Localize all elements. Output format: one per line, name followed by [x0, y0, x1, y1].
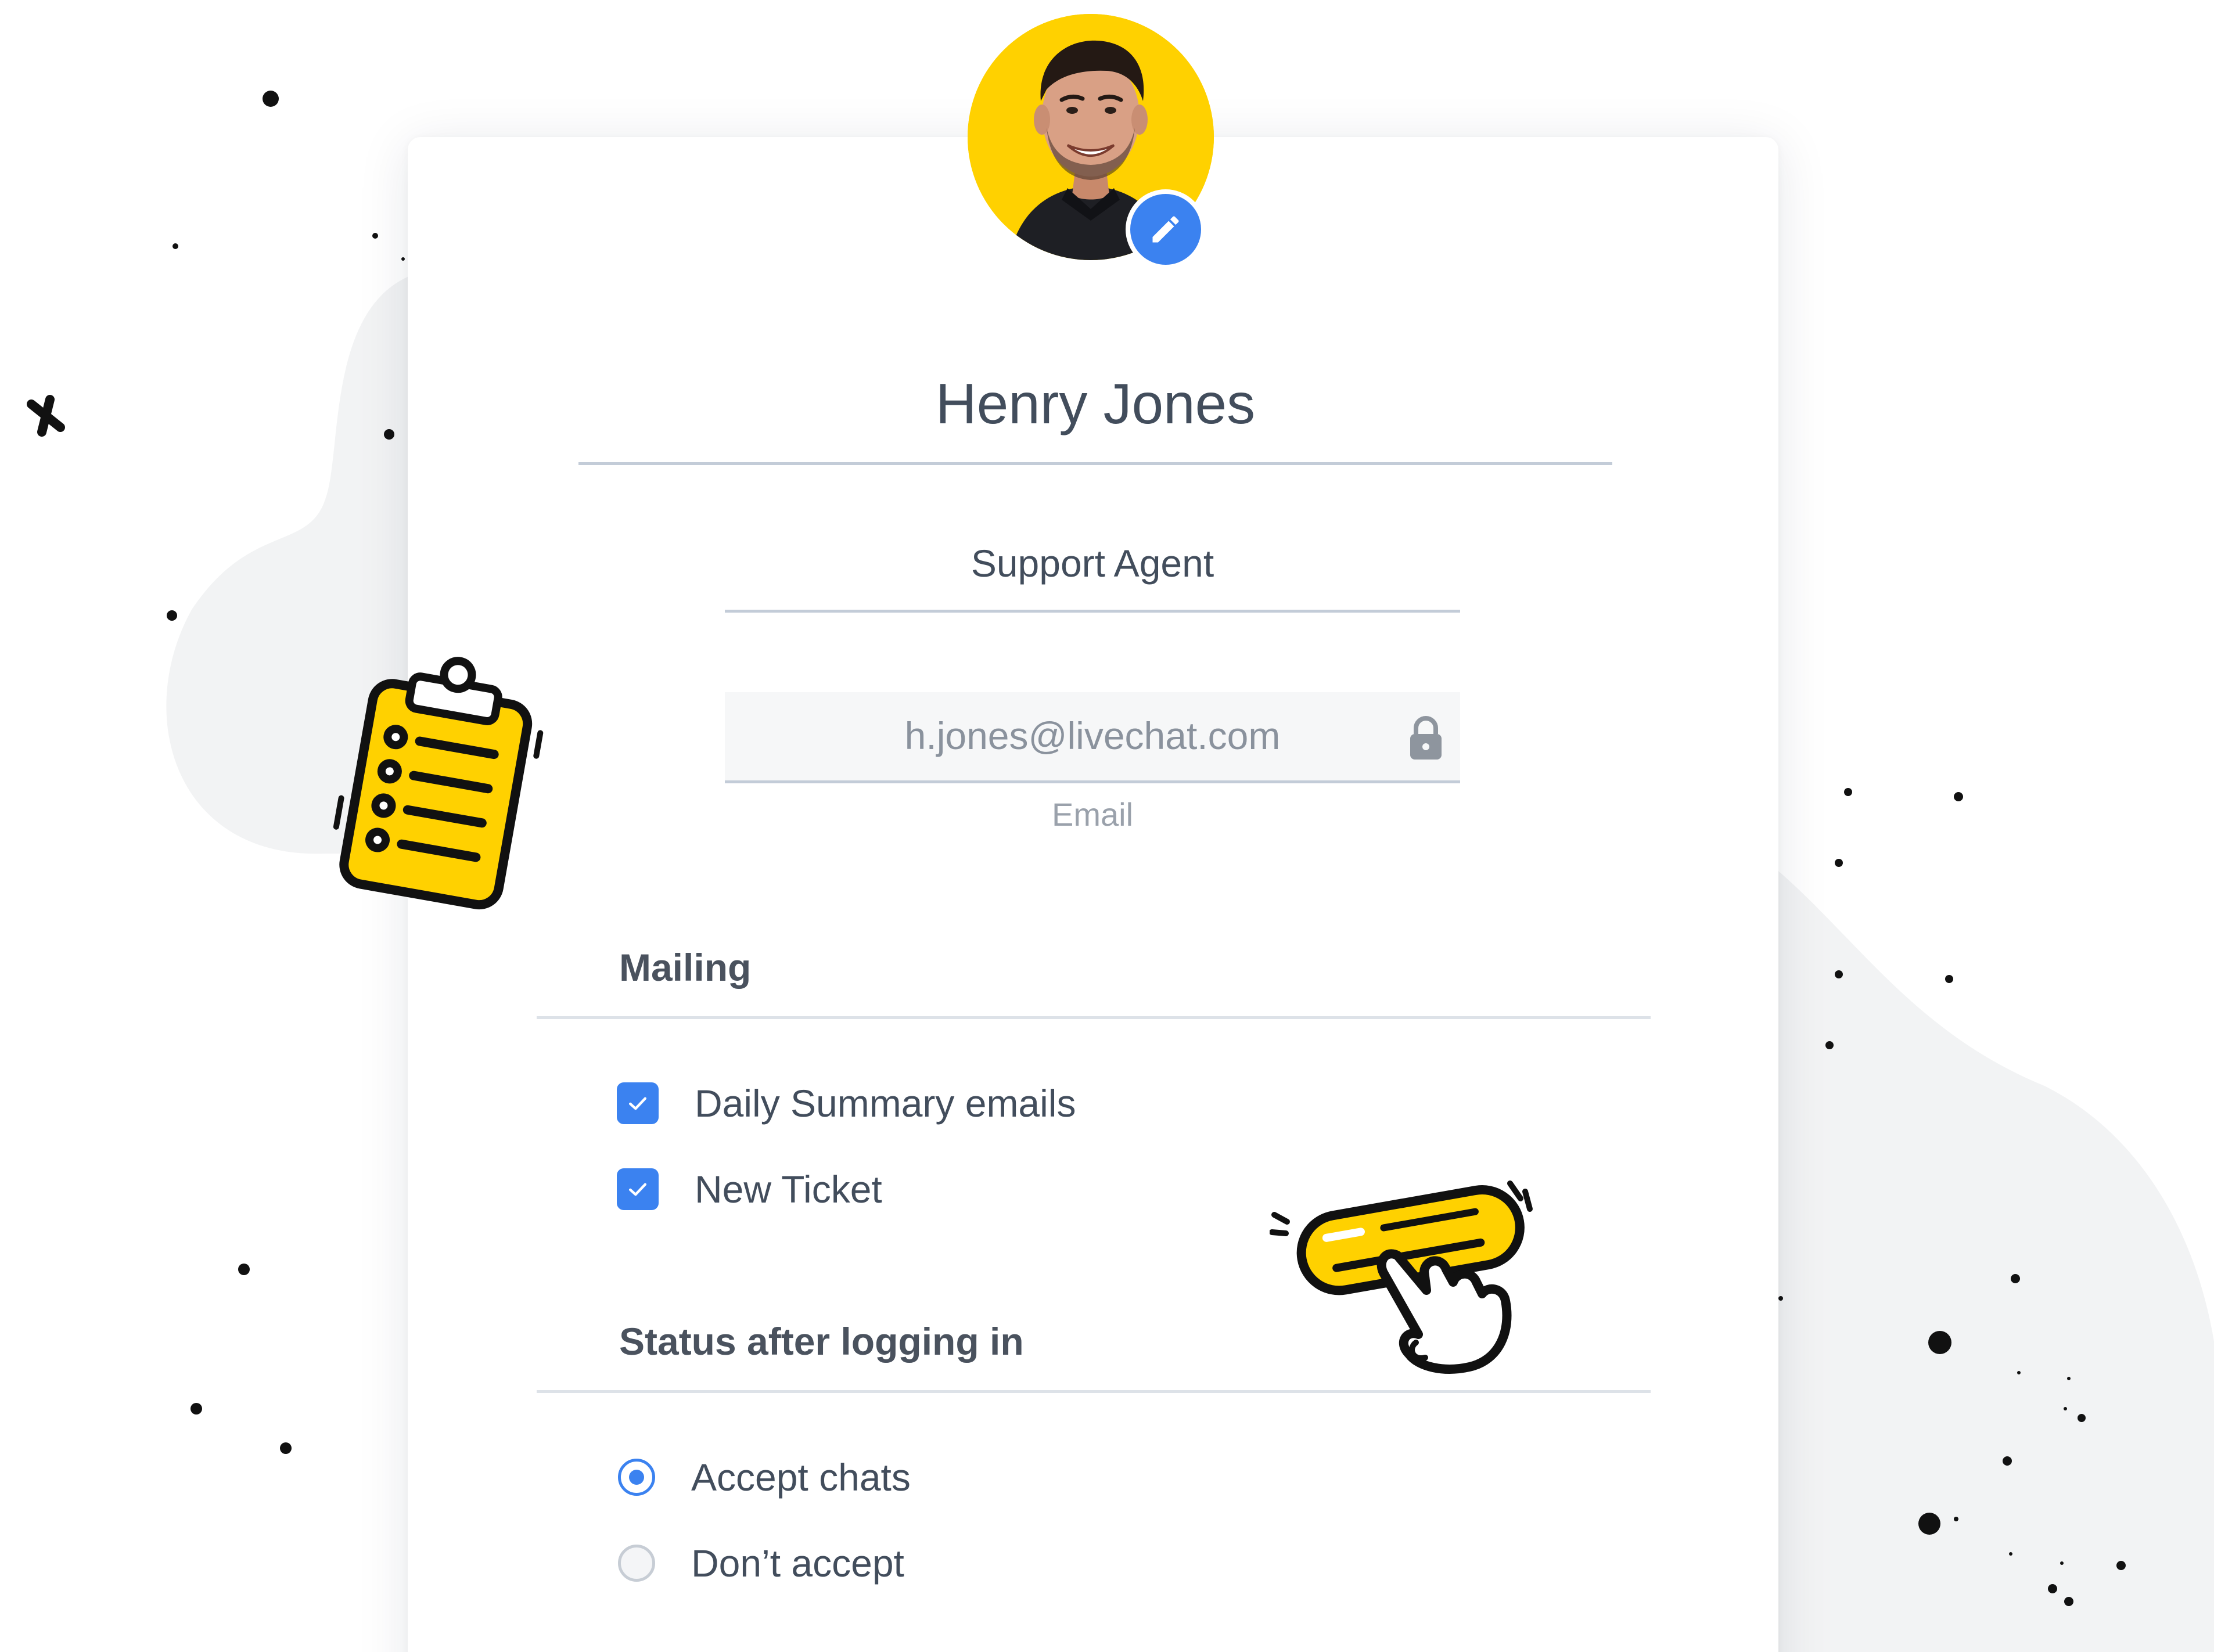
right-background-blob	[1778, 871, 2214, 1652]
new-ticket-checkbox-row[interactable]: New Ticket	[617, 1166, 882, 1212]
status-section-title: Status after logging in	[619, 1320, 1024, 1363]
email-label: Email	[1051, 796, 1134, 833]
radio-label: Don’t accept	[691, 1542, 904, 1585]
role-input[interactable]: Support Agent	[725, 528, 1460, 613]
status-divider	[537, 1390, 1651, 1393]
checkbox-checked[interactable]	[617, 1082, 659, 1124]
sparkle-cross-icon	[27, 395, 65, 437]
checkmark-icon	[628, 1183, 647, 1196]
name-input[interactable]: Henry Jones	[578, 360, 1612, 465]
checkmark-icon	[628, 1097, 647, 1110]
edit-avatar-button[interactable]	[1126, 189, 1206, 269]
daily-summary-checkbox-row[interactable]: Daily Summary emails	[617, 1080, 1076, 1126]
email-value: h.jones@livechat.com	[904, 714, 1281, 757]
checkbox-checked[interactable]	[617, 1168, 659, 1210]
clipboard-checklist-icon	[333, 657, 544, 910]
pencil-icon	[1152, 216, 1179, 243]
email-field: h.jones@livechat.com	[725, 692, 1460, 783]
checkbox-label: New Ticket	[695, 1168, 882, 1211]
radio-dot	[629, 1470, 644, 1485]
mailing-section-title: Mailing	[619, 946, 752, 989]
mailing-divider	[537, 1016, 1651, 1019]
hand-pressing-button-icon	[1270, 1180, 1533, 1374]
dont-accept-radio-row[interactable]: Don’t accept	[617, 1540, 904, 1586]
radio-unselected[interactable]	[618, 1545, 655, 1582]
accept-chats-radio-row[interactable]: Accept chats	[617, 1454, 911, 1500]
lock-icon	[1410, 716, 1442, 760]
checkbox-label: Daily Summary emails	[695, 1082, 1076, 1125]
radio-label: Accept chats	[691, 1456, 911, 1499]
radio-selected[interactable]	[618, 1459, 655, 1496]
profile-settings-illustration: Henry Jones Support Agent h.jones@livech…	[0, 0, 2214, 1652]
